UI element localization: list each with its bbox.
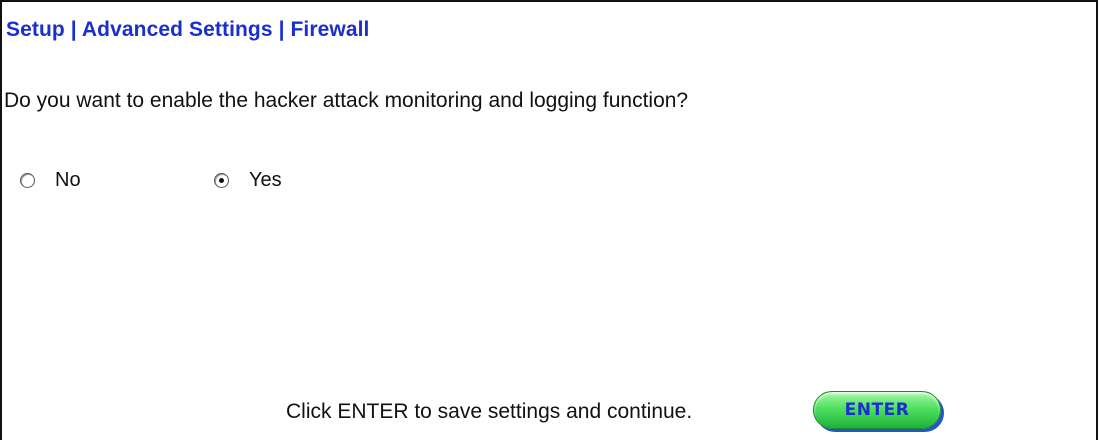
radio-option-no[interactable]: No <box>20 169 81 192</box>
monitoring-question: Do you want to enable the hacker attack … <box>4 89 689 112</box>
radio-yes-button[interactable] <box>214 173 229 188</box>
enter-button[interactable]: ENTER <box>813 391 941 429</box>
enter-button-label: ENTER <box>844 400 910 420</box>
radio-no-button[interactable] <box>20 173 35 188</box>
radio-yes-label: Yes <box>249 169 282 191</box>
save-instruction: Click ENTER to save settings and continu… <box>286 400 693 423</box>
content-frame <box>0 0 1098 440</box>
radio-no-label: No <box>55 169 81 191</box>
radio-option-yes[interactable]: Yes <box>214 169 282 192</box>
breadcrumb[interactable]: Setup | Advanced Settings | Firewall <box>6 18 369 42</box>
